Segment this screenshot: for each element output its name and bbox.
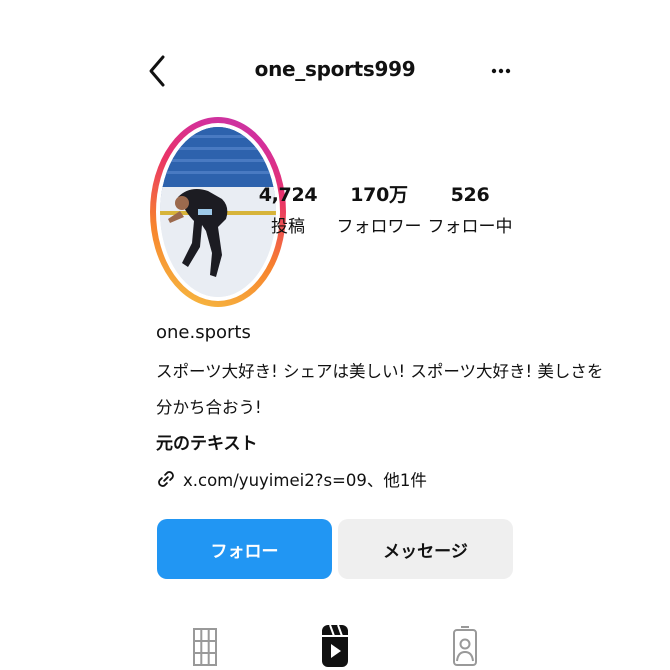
message-button[interactable]: メッセージ — [338, 519, 513, 579]
stat-followers[interactable]: 170万 フォロワー — [329, 183, 429, 240]
stat-following[interactable]: 526 フォロー中 — [420, 183, 520, 240]
bio-link-text[interactable]: x.com/yuyimei2?s=09、他1件 — [183, 467, 427, 491]
stat-posts-label: 投稿 — [271, 217, 305, 237]
bio-text-line: スポーツ大好き! シェアは美しい! スポーツ大好き! 美しさを — [156, 362, 604, 381]
profile-username: one_sports999 — [254, 57, 416, 81]
stat-posts-count: 4,724 — [258, 184, 318, 206]
tagged-icon[interactable] — [452, 625, 478, 667]
bio-text-line: 分かち合おう! — [156, 398, 262, 417]
stat-followers-label: フォロワー — [336, 217, 422, 237]
more-options-icon[interactable] — [490, 61, 512, 81]
follow-button[interactable]: フォロー — [157, 519, 332, 579]
stat-following-label: フォロー中 — [427, 217, 513, 237]
reels-icon[interactable] — [321, 624, 349, 668]
link-icon — [158, 471, 174, 487]
stat-posts[interactable]: 4,724 投稿 — [238, 183, 338, 240]
see-original-text-link[interactable]: 元のテキスト — [156, 429, 258, 454]
stat-following-count: 526 — [450, 184, 490, 206]
display-name: one.sports — [156, 322, 251, 343]
stat-followers-count: 170万 — [350, 184, 408, 206]
bio-link[interactable]: x.com/yuyimei2?s=09、他1件 — [155, 466, 427, 492]
grid-icon[interactable] — [192, 627, 218, 667]
